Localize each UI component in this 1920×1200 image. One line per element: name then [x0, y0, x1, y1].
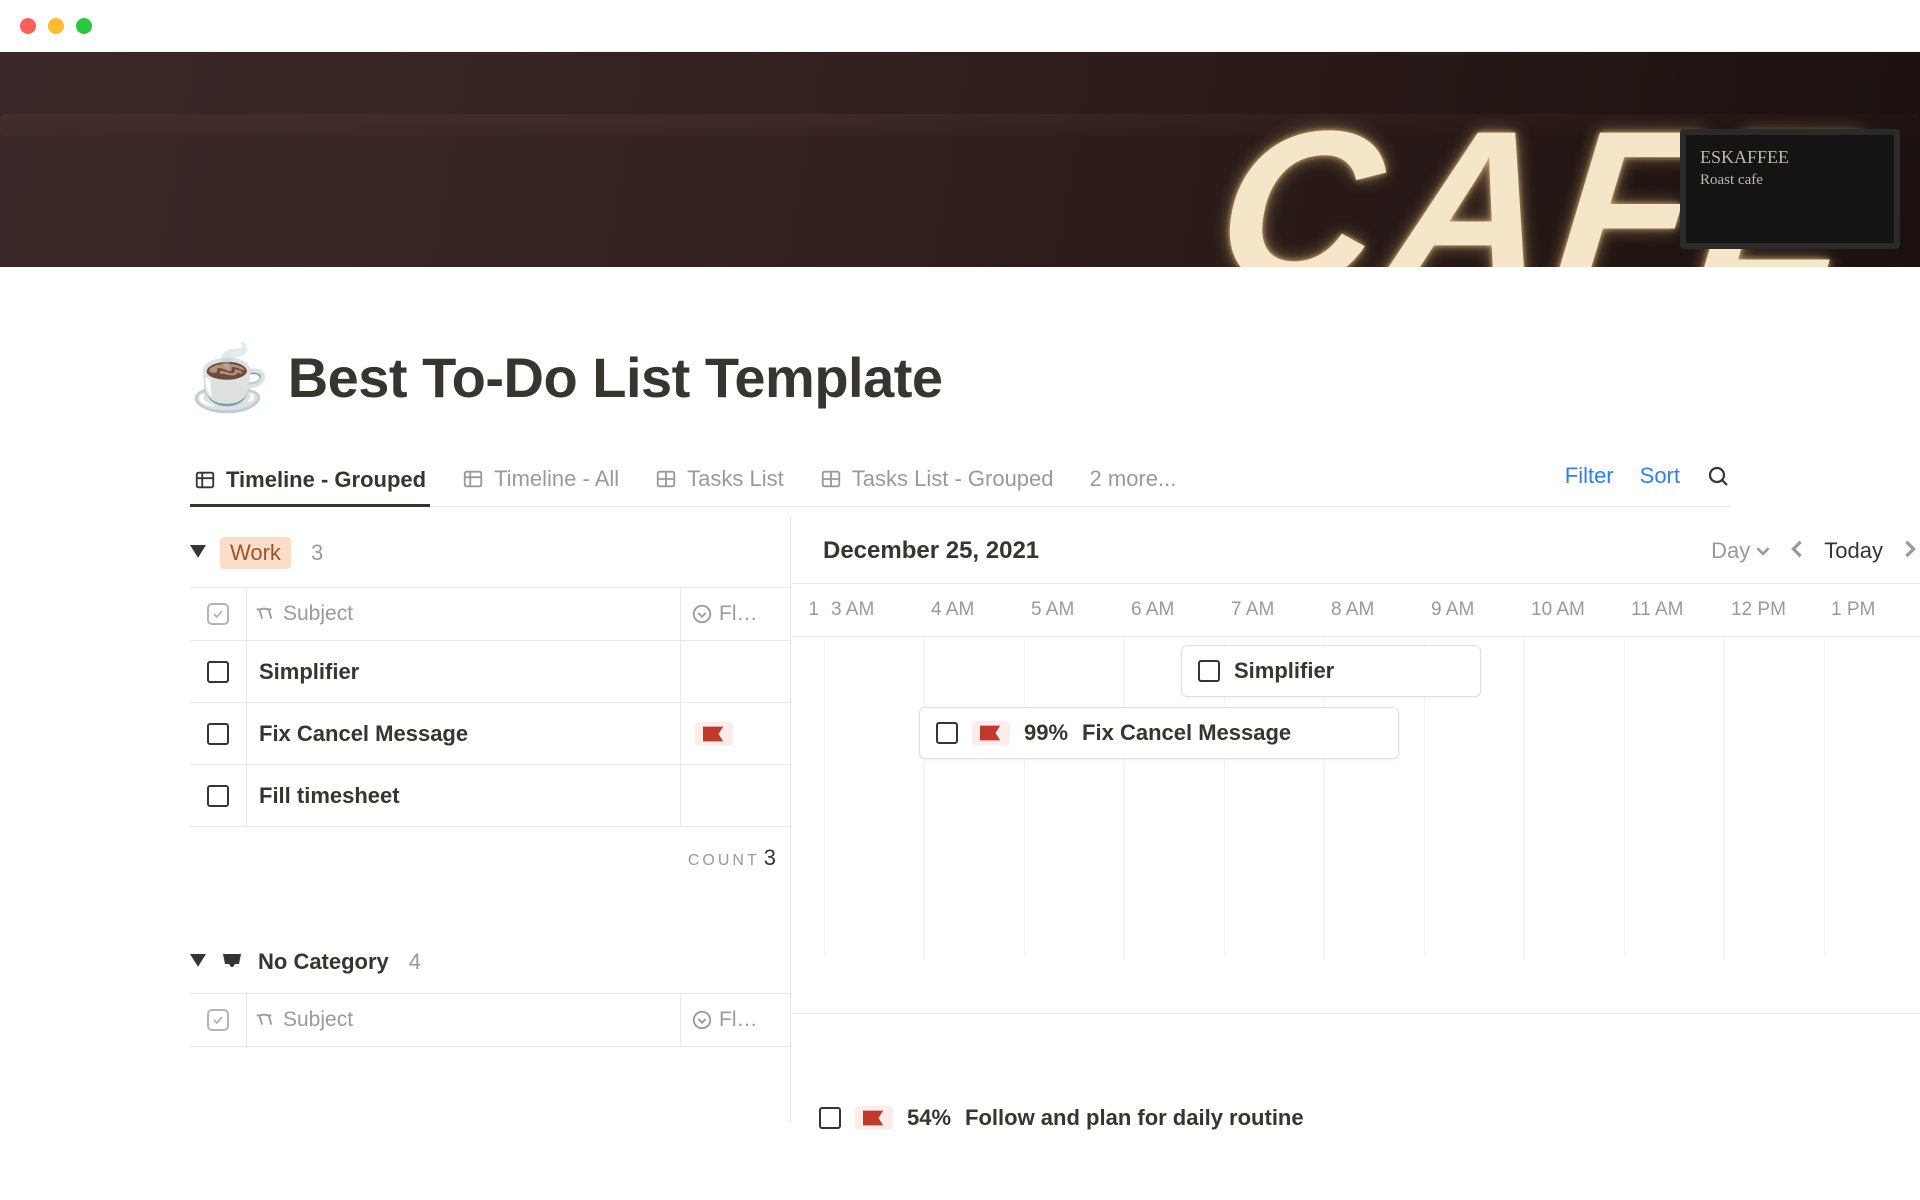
tab-timeline-all[interactable]: Timeline - All	[458, 456, 623, 506]
table-icon	[820, 468, 842, 490]
timeline-prev-button[interactable]	[1788, 540, 1806, 563]
text-property-icon	[253, 1009, 275, 1031]
task-checkbox[interactable]	[207, 785, 229, 807]
timeline-next-button[interactable]	[1901, 540, 1919, 563]
bar-percent: 54%	[907, 1105, 951, 1131]
bar-percent: 99%	[1024, 720, 1068, 746]
task-subject[interactable]: Fill timesheet	[246, 765, 680, 826]
window-minimize-button[interactable]	[48, 18, 64, 34]
timeline-today-button[interactable]: Today	[1824, 538, 1883, 564]
timeline-ruler: 1 3 AM 4 AM 5 AM 6 AM 7 AM 8 AM 9 AM 10 …	[791, 583, 1920, 637]
task-flag-cell[interactable]	[680, 641, 790, 702]
checkbox-column-icon	[207, 1009, 229, 1031]
window-zoom-button[interactable]	[76, 18, 92, 34]
task-checkbox[interactable]	[936, 722, 958, 744]
timeline-panel: December 25, 2021 Day Today 1 3 AM 4 AM …	[790, 515, 1920, 1123]
timeline-bar-peek[interactable]: 54% Follow and plan for daily routine	[819, 1105, 1304, 1131]
select-property-icon	[691, 1009, 713, 1031]
window-close-button[interactable]	[20, 18, 36, 34]
table-row[interactable]: Simplifier	[190, 641, 790, 703]
column-flag[interactable]: Fl…	[680, 588, 790, 640]
sort-button[interactable]: Sort	[1640, 463, 1680, 489]
group-count: 3	[311, 540, 323, 566]
column-subject[interactable]: Subject	[246, 994, 680, 1046]
timeline-date: December 25, 2021	[823, 537, 1039, 565]
search-icon[interactable]	[1706, 464, 1730, 488]
tab-tasks-list[interactable]: Tasks List	[651, 456, 788, 506]
tab-label: Timeline - All	[494, 466, 619, 492]
cover-chalkboard: ESKAFFEE Roast cafe	[1680, 129, 1900, 249]
group-footer: COUNT3	[190, 827, 790, 871]
timeline-bar-simplifier[interactable]: Simplifier	[1181, 645, 1481, 697]
timeline-scale-select[interactable]: Day	[1711, 538, 1770, 564]
task-flag-cell[interactable]	[680, 765, 790, 826]
tab-tasks-list-grouped[interactable]: Tasks List - Grouped	[816, 456, 1058, 506]
checkbox-column-icon	[207, 603, 229, 625]
tab-label: Tasks List	[687, 466, 784, 492]
filter-button[interactable]: Filter	[1565, 463, 1614, 489]
window-titlebar	[0, 0, 1920, 52]
collapse-icon[interactable]	[190, 954, 206, 970]
text-property-icon	[253, 603, 275, 625]
tab-label: Tasks List - Grouped	[852, 466, 1054, 492]
group-name: No Category	[258, 949, 389, 975]
group-count: 4	[409, 949, 421, 975]
tab-timeline-grouped[interactable]: Timeline - Grouped	[190, 457, 430, 507]
column-flag[interactable]: Fl…	[680, 994, 790, 1046]
group-name-pill: Work	[220, 537, 291, 569]
task-checkbox[interactable]	[819, 1107, 841, 1129]
chevron-down-icon	[1756, 544, 1770, 558]
flag-icon	[695, 722, 733, 746]
page-cover[interactable]: CAFE ESKAFFEE Roast cafe	[0, 52, 1920, 267]
bar-label: Fix Cancel Message	[1082, 720, 1291, 746]
page-title[interactable]: Best To-Do List Template	[288, 345, 943, 410]
task-checkbox[interactable]	[207, 723, 229, 745]
task-subject[interactable]: Simplifier	[246, 641, 680, 702]
timeline-bar-fix-cancel[interactable]: 99% Fix Cancel Message	[919, 707, 1399, 759]
tabs-more[interactable]: 2 more...	[1086, 456, 1181, 506]
task-subject[interactable]: Fix Cancel Message	[246, 703, 680, 764]
timeline-icon	[462, 468, 484, 490]
table-row[interactable]: Fix Cancel Message	[190, 703, 790, 765]
page-icon[interactable]: ☕	[190, 346, 270, 410]
task-checkbox[interactable]	[207, 661, 229, 683]
bar-label: Simplifier	[1234, 658, 1334, 684]
table-icon	[655, 468, 677, 490]
timeline-body-2[interactable]: 54% Follow and plan for daily routine	[791, 1013, 1920, 1123]
task-list-panel: Work 3 Subject Fl… Simplifier	[190, 515, 790, 1123]
select-property-icon	[691, 603, 713, 625]
flag-icon	[855, 1106, 893, 1130]
table-header-row: Subject Fl…	[190, 587, 790, 641]
table-row[interactable]: Fill timesheet	[190, 765, 790, 827]
column-subject[interactable]: Subject	[246, 588, 680, 640]
timeline-icon	[194, 469, 216, 491]
inbox-icon	[220, 950, 244, 974]
tab-label: Timeline - Grouped	[226, 467, 426, 493]
timeline-body[interactable]: Simplifier 99% Fix Cancel Message	[791, 637, 1920, 957]
view-tabs: Timeline - Grouped Timeline - All Tasks …	[190, 456, 1730, 507]
group-header-work[interactable]: Work 3	[190, 515, 790, 587]
task-checkbox[interactable]	[1198, 660, 1220, 682]
table-header-row: Subject Fl…	[190, 993, 790, 1047]
task-flag-cell[interactable]	[680, 703, 790, 764]
flag-icon	[972, 721, 1010, 745]
collapse-icon[interactable]	[190, 545, 206, 561]
group-header-no-category[interactable]: No Category 4	[190, 927, 790, 993]
bar-label: Follow and plan for daily routine	[965, 1105, 1304, 1131]
